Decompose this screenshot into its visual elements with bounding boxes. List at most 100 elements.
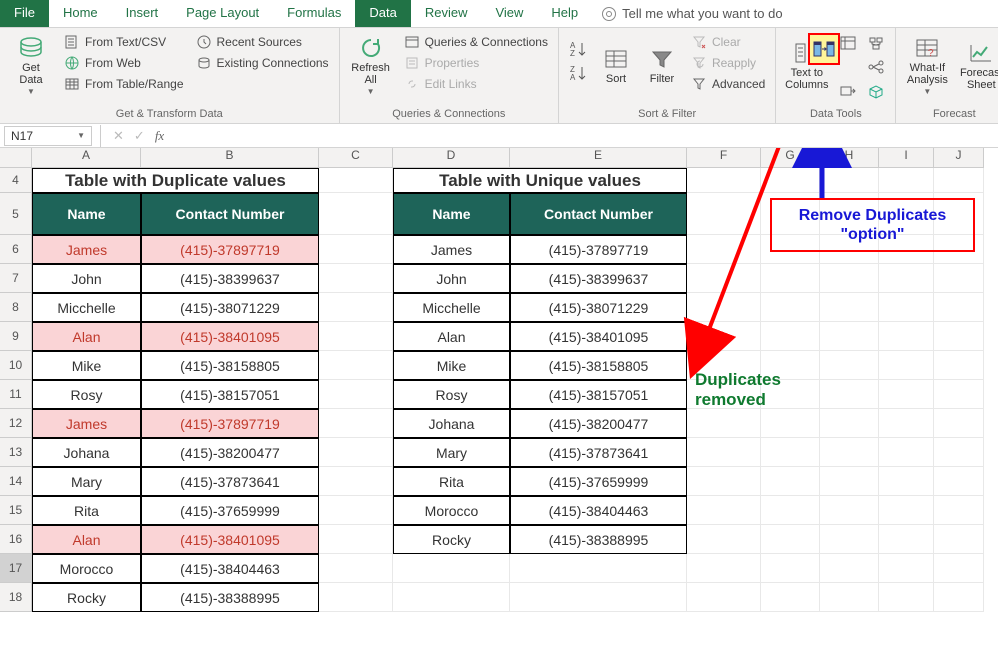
cell[interactable] [319, 193, 393, 235]
clear-button[interactable]: Clear [687, 32, 769, 52]
cell[interactable] [687, 193, 761, 235]
advanced-button[interactable]: Advanced [687, 74, 769, 94]
from-text-csv-button[interactable]: From Text/CSV [60, 32, 188, 52]
cell[interactable] [319, 380, 393, 409]
cell[interactable] [934, 438, 984, 467]
cell[interactable] [820, 264, 879, 293]
table1-contact[interactable]: (415)-38157051 [141, 380, 319, 409]
cell[interactable] [820, 554, 879, 583]
from-table-button[interactable]: From Table/Range [60, 74, 188, 94]
table1-name[interactable]: Alan [32, 322, 141, 351]
cell[interactable] [761, 525, 820, 554]
cell[interactable] [879, 264, 934, 293]
row-header[interactable]: 9 [0, 322, 32, 351]
table2-head-name[interactable]: Name [393, 193, 510, 235]
table1-contact[interactable]: (415)-37659999 [141, 496, 319, 525]
table1-name[interactable]: Morocco [32, 554, 141, 583]
table2-contact[interactable]: (415)-38399637 [510, 264, 687, 293]
cell[interactable] [761, 467, 820, 496]
cell[interactable] [879, 351, 934, 380]
table1-name[interactable]: Alan [32, 525, 141, 554]
cell[interactable] [761, 409, 820, 438]
tell-me[interactable]: Tell me what you want to do [592, 0, 792, 27]
row-header[interactable]: 17 [0, 554, 32, 583]
forecast-sheet-button[interactable]: Forecast Sheet [956, 32, 998, 100]
col-header-a[interactable]: A [32, 148, 141, 168]
tab-view[interactable]: View [481, 0, 537, 27]
col-header-e[interactable]: E [510, 148, 687, 168]
table1-name[interactable]: James [32, 235, 141, 264]
col-header-h[interactable]: H [820, 148, 879, 168]
cell[interactable] [934, 293, 984, 322]
cell[interactable] [319, 438, 393, 467]
recent-sources-button[interactable]: Recent Sources [192, 32, 333, 52]
row-header[interactable]: 5 [0, 193, 32, 235]
cell[interactable] [687, 264, 761, 293]
table1-name[interactable]: Mary [32, 467, 141, 496]
fx-icon[interactable]: fx [155, 128, 164, 144]
relationships-button[interactable] [863, 56, 889, 78]
from-web-button[interactable]: From Web [60, 53, 188, 73]
existing-connections-button[interactable]: Existing Connections [192, 53, 333, 73]
table1-name[interactable]: Rocky [32, 583, 141, 612]
cell[interactable] [687, 525, 761, 554]
table1-contact[interactable]: (415)-38404463 [141, 554, 319, 583]
cell[interactable] [934, 351, 984, 380]
cell[interactable] [879, 380, 934, 409]
table1-name[interactable]: Mike [32, 351, 141, 380]
table1-name[interactable]: Micchelle [32, 293, 141, 322]
select-all-corner[interactable] [0, 148, 32, 168]
cell[interactable] [393, 583, 510, 612]
cell[interactable] [934, 496, 984, 525]
cell[interactable] [687, 293, 761, 322]
table2-name[interactable]: Micchelle [393, 293, 510, 322]
cell[interactable] [761, 293, 820, 322]
cell[interactable] [761, 496, 820, 525]
cell[interactable] [820, 467, 879, 496]
cell[interactable] [934, 467, 984, 496]
cell[interactable] [510, 554, 687, 583]
cancel-icon[interactable]: ✕ [113, 128, 124, 144]
cell[interactable] [820, 380, 879, 409]
cell[interactable] [879, 467, 934, 496]
cell[interactable] [879, 409, 934, 438]
cell[interactable] [319, 264, 393, 293]
cell[interactable] [761, 554, 820, 583]
row-header[interactable]: 8 [0, 293, 32, 322]
cell[interactable] [879, 583, 934, 612]
get-data-button[interactable]: Get Data ▼ [6, 32, 56, 100]
table1-contact[interactable]: (415)-38158805 [141, 351, 319, 380]
col-header-f[interactable]: F [687, 148, 761, 168]
table2-contact[interactable]: (415)-37897719 [510, 235, 687, 264]
row-header[interactable]: 12 [0, 409, 32, 438]
cell[interactable] [879, 554, 934, 583]
cell[interactable] [934, 322, 984, 351]
tab-insert[interactable]: Insert [112, 0, 173, 27]
cell[interactable] [934, 583, 984, 612]
tab-home[interactable]: Home [49, 0, 112, 27]
row-header[interactable]: 11 [0, 380, 32, 409]
row-header[interactable]: 10 [0, 351, 32, 380]
row-header[interactable]: 6 [0, 235, 32, 264]
row-header[interactable]: 14 [0, 467, 32, 496]
table2-contact[interactable]: (415)-37659999 [510, 467, 687, 496]
cell[interactable] [319, 525, 393, 554]
cell[interactable] [820, 409, 879, 438]
remove-duplicates-button[interactable] [808, 33, 840, 65]
table1-name[interactable]: Johana [32, 438, 141, 467]
cell[interactable] [879, 168, 934, 193]
cell[interactable] [687, 168, 761, 193]
cell[interactable] [820, 322, 879, 351]
col-header-g[interactable]: G [761, 148, 820, 168]
table1-contact[interactable]: (415)-37897719 [141, 409, 319, 438]
cell[interactable] [761, 168, 820, 193]
row-header[interactable]: 16 [0, 525, 32, 554]
cell[interactable] [820, 583, 879, 612]
table2-title[interactable]: Table with Unique values [393, 168, 687, 193]
properties-button[interactable]: Properties [400, 53, 552, 73]
table1-contact[interactable]: (415)-38388995 [141, 583, 319, 612]
cell[interactable] [934, 554, 984, 583]
table2-name[interactable]: Rocky [393, 525, 510, 554]
table2-name[interactable]: Rosy [393, 380, 510, 409]
cell[interactable] [319, 467, 393, 496]
